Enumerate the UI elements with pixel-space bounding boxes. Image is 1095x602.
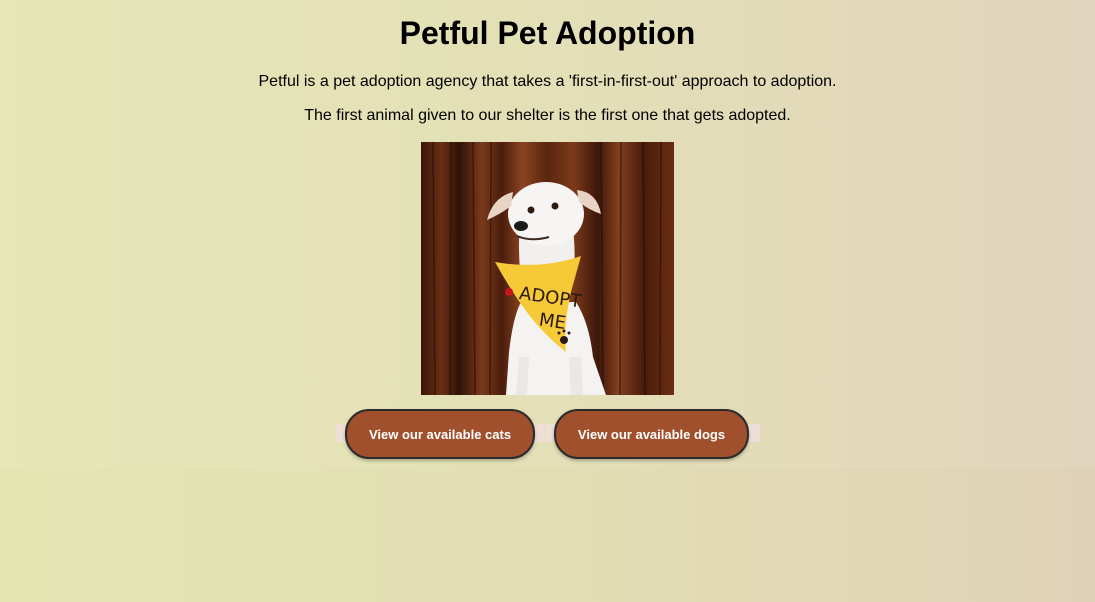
- view-cats-button[interactable]: View our available cats: [345, 409, 535, 459]
- description-line-1: Petful is a pet adoption agency that tak…: [258, 73, 837, 90]
- page-title: Petful Pet Adoption: [399, 15, 696, 51]
- action-buttons: View our available cats View our availab…: [0, 409, 1095, 459]
- dog-adopt-me-photo: ADOPT ME: [421, 142, 674, 395]
- description-line-2: The first animal given to our shelter is…: [304, 107, 791, 124]
- view-dogs-button[interactable]: View our available dogs: [554, 409, 749, 459]
